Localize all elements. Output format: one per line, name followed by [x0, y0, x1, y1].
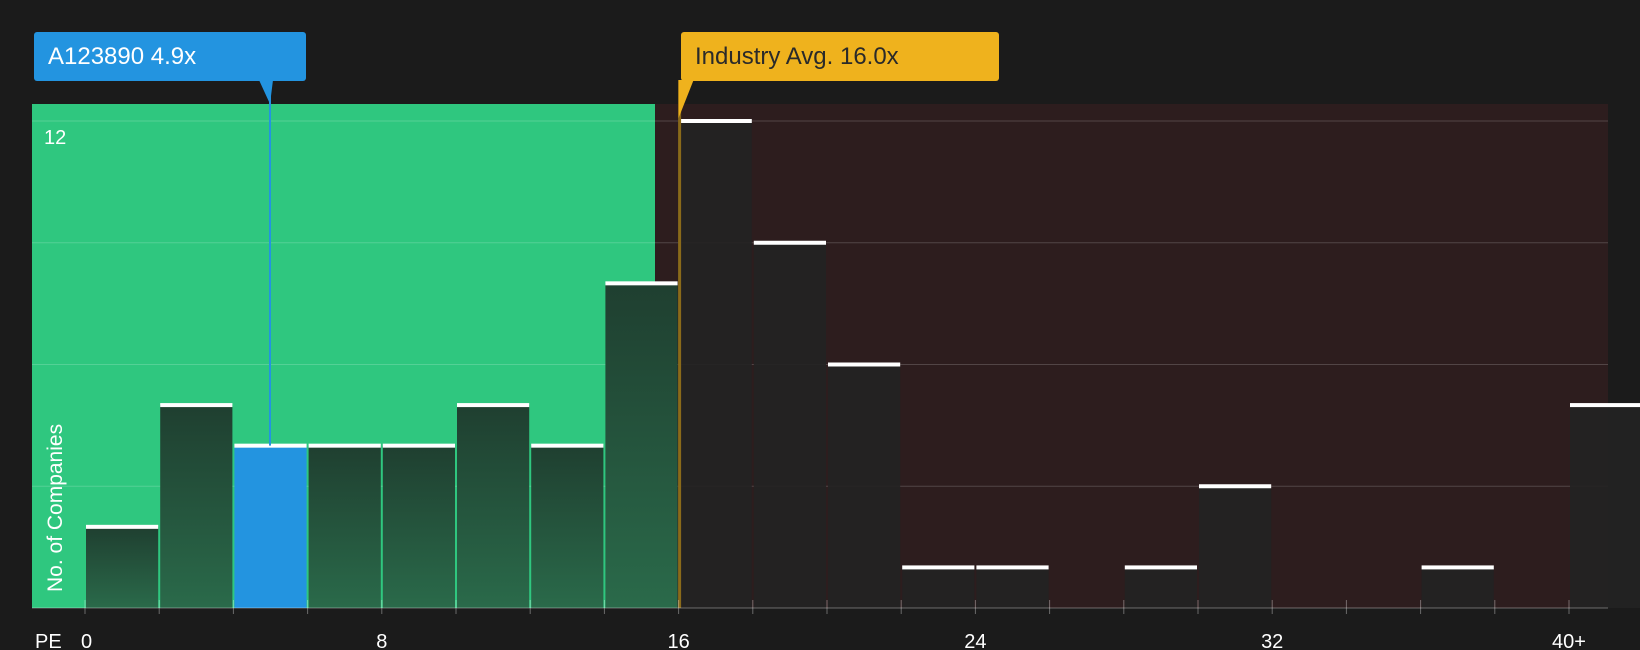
histogram-bar-cap	[753, 240, 826, 245]
histogram-bar	[1421, 567, 1494, 608]
pe-distribution-chart: 0 8 16 24 32 40+ PE 12 No. of Companies	[32, 80, 1640, 650]
x-axis-label: PE	[35, 631, 62, 650]
histogram-bar-cap	[828, 362, 901, 367]
x-tick-label: 32	[1261, 631, 1283, 650]
histogram-bar	[679, 121, 752, 608]
y-axis-label: No. of Companies	[44, 424, 67, 592]
x-tick-label: 24	[964, 631, 986, 650]
histogram-bar	[382, 445, 455, 608]
histogram-bar-cap	[86, 524, 159, 529]
histogram-bar-cap	[160, 403, 233, 408]
x-tick-label: 16	[667, 631, 689, 650]
histogram-bar-cap	[902, 565, 975, 570]
histogram-bar	[976, 567, 1049, 608]
x-tick-label: 40+	[1552, 631, 1586, 650]
histogram-bar-cap	[976, 565, 1049, 570]
histogram-bar-cap	[382, 443, 455, 448]
histogram-bar	[1570, 405, 1640, 608]
industry-average-callout: Industry Avg. 16.0x	[681, 32, 999, 81]
histogram-bar	[1124, 567, 1197, 608]
histogram-bar-cap	[679, 119, 752, 123]
histogram-bar-cap	[1570, 403, 1640, 408]
y-tick-label: 12	[44, 127, 66, 149]
histogram-bar-cap	[605, 281, 678, 286]
x-tick-label: 8	[376, 631, 387, 650]
histogram-bar	[234, 445, 307, 608]
histogram-bar-cap	[308, 443, 381, 448]
x-tick-label: 0	[81, 631, 92, 650]
histogram-bar-cap	[1124, 565, 1197, 570]
histogram-bar	[531, 445, 604, 608]
histogram-bar	[86, 526, 159, 608]
histogram-bar-cap	[531, 443, 604, 448]
histogram-bar	[308, 445, 381, 608]
histogram-bar-cap	[1421, 565, 1494, 570]
histogram-bar	[828, 364, 901, 608]
histogram-bar	[753, 242, 826, 608]
histogram-bar	[457, 405, 530, 608]
histogram-bar-cap	[1199, 484, 1272, 489]
histogram-bar-cap	[457, 403, 530, 408]
histogram-bar	[160, 405, 233, 608]
histogram-bar	[1199, 486, 1272, 608]
histogram-bar	[605, 283, 678, 608]
histogram-bar	[902, 567, 975, 608]
company-pe-callout: A123890 4.9x	[34, 32, 306, 81]
